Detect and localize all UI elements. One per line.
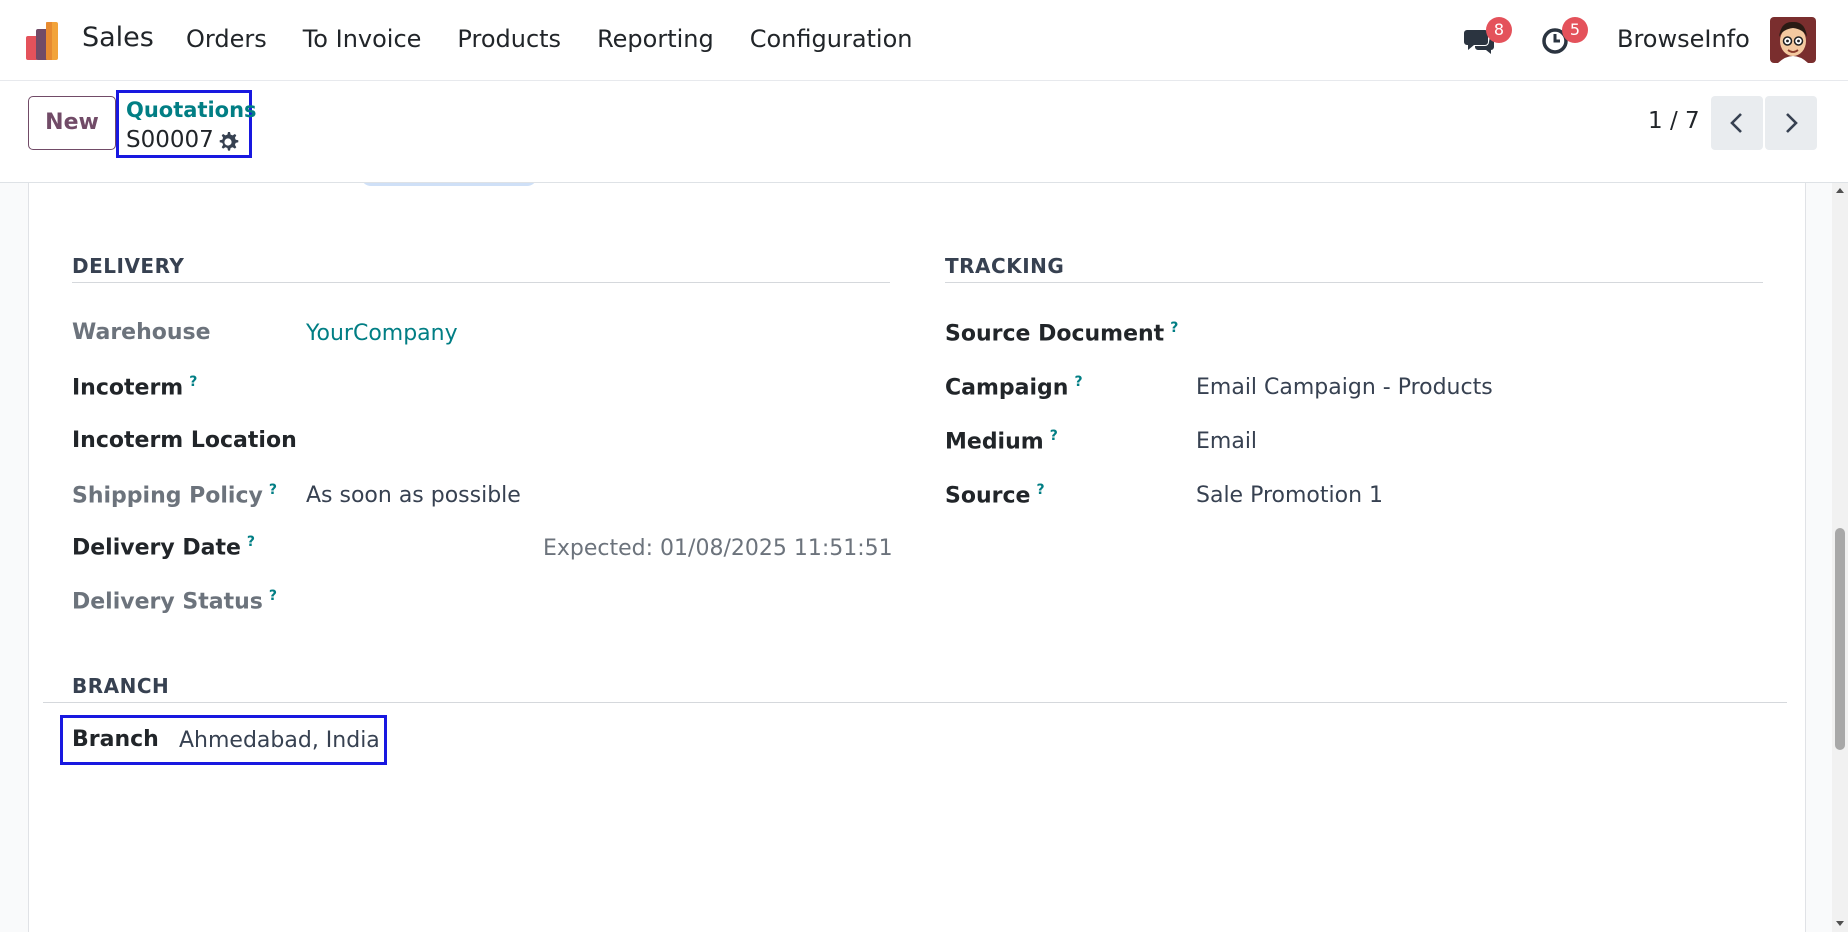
control-panel: New Quotations S00007 1 / 7: [0, 81, 1848, 183]
source-document-help-icon[interactable]: ?: [1170, 320, 1178, 336]
delivery-date-field[interactable]: [306, 534, 556, 564]
chevron-right-icon: [1786, 113, 1798, 133]
medium-field[interactable]: Email: [1196, 429, 1257, 454]
incoterm-location-label: Incoterm Location: [72, 428, 297, 453]
tracking-divider: [945, 282, 1763, 283]
breadcrumb-quotations-link[interactable]: Quotations: [126, 98, 257, 122]
menu-configuration[interactable]: Configuration: [750, 25, 913, 53]
branch-field[interactable]: Ahmedabad, India: [179, 728, 380, 753]
form-content: DELIVERY Warehouse YourCompany Incoterm?…: [0, 183, 1848, 932]
user-avatar[interactable]: [1770, 17, 1816, 63]
breadcrumb: Quotations S00007: [116, 90, 257, 158]
scrollbar-thumb[interactable]: [1835, 528, 1845, 750]
cut-off-tag: [361, 183, 537, 186]
menu-products[interactable]: Products: [457, 25, 561, 53]
record-name: S00007: [126, 127, 214, 153]
app-name[interactable]: Sales: [82, 22, 154, 53]
menu-orders[interactable]: Orders: [186, 25, 267, 53]
form-sheet: DELIVERY Warehouse YourCompany Incoterm?…: [28, 183, 1806, 932]
messages-count-badge: 8: [1486, 17, 1512, 43]
menu-to-invoice[interactable]: To Invoice: [303, 25, 422, 53]
delivery-date-label: Delivery Date?: [72, 534, 256, 561]
shipping-policy-label: Shipping Policy?: [72, 482, 277, 509]
sales-app-logo-icon[interactable]: [24, 20, 68, 62]
incoterm-label: Incoterm?: [72, 374, 198, 401]
medium-help-icon[interactable]: ?: [1050, 428, 1058, 444]
top-navbar: Sales Orders To Invoice Products Reporti…: [0, 0, 1848, 81]
menu-reporting[interactable]: Reporting: [597, 25, 714, 53]
warehouse-label: Warehouse: [72, 320, 211, 345]
gear-icon[interactable]: [216, 130, 240, 154]
delivery-status-label: Delivery Status?: [72, 588, 277, 615]
branch-divider: [43, 702, 1787, 703]
branch-label: Branch: [72, 727, 159, 752]
main-menu: Orders To Invoice Products Reporting Con…: [186, 25, 949, 53]
cut-off-label: [101, 183, 141, 186]
new-button[interactable]: New: [28, 96, 116, 150]
pager-previous-button[interactable]: [1711, 96, 1763, 150]
source-help-icon[interactable]: ?: [1036, 482, 1044, 498]
shipping-policy-help-icon[interactable]: ?: [269, 482, 277, 498]
incoterm-location-field[interactable]: [306, 428, 866, 458]
activities-count-badge: 5: [1562, 17, 1588, 43]
delivery-date-expected: Expected: 01/08/2025 11:51:51: [543, 536, 893, 561]
warehouse-field[interactable]: YourCompany: [306, 321, 458, 346]
shipping-policy-value: As soon as possible: [306, 483, 521, 508]
source-document-label: Source Document?: [945, 320, 1179, 347]
delivery-status-help-icon[interactable]: ?: [269, 588, 277, 604]
delivery-divider: [72, 282, 890, 283]
pager-next-button[interactable]: [1765, 96, 1817, 150]
campaign-help-icon[interactable]: ?: [1074, 374, 1082, 390]
incoterm-field[interactable]: [306, 374, 866, 404]
delivery-date-help-icon[interactable]: ?: [247, 534, 255, 550]
source-label: Source?: [945, 482, 1045, 509]
tracking-section-title: TRACKING: [945, 254, 1065, 278]
campaign-field[interactable]: Email Campaign - Products: [1196, 375, 1493, 400]
source-field[interactable]: Sale Promotion 1: [1196, 483, 1383, 508]
chevron-left-icon: [1730, 113, 1742, 133]
branch-section-title: BRANCH: [72, 674, 170, 698]
scroll-down-arrow-icon[interactable]: [1835, 918, 1845, 928]
pager-value[interactable]: 1 / 7: [1648, 108, 1700, 134]
campaign-label: Campaign?: [945, 374, 1083, 401]
delivery-section-title: DELIVERY: [72, 254, 185, 278]
user-name[interactable]: BrowseInfo: [1617, 25, 1750, 53]
medium-label: Medium?: [945, 428, 1058, 455]
source-document-field[interactable]: [1196, 320, 1756, 350]
scroll-up-arrow-icon[interactable]: [1835, 186, 1845, 196]
incoterm-help-icon[interactable]: ?: [189, 374, 197, 390]
